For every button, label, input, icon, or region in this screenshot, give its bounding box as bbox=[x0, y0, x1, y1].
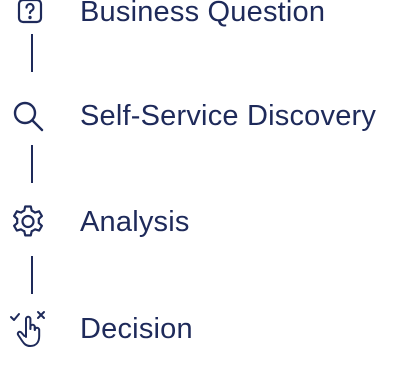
step-label: Decision bbox=[80, 313, 193, 345]
connector-line bbox=[31, 256, 33, 294]
gear-icon bbox=[8, 202, 48, 242]
process-flow: Business Question Self-Service Discovery… bbox=[0, 0, 413, 387]
step-label: Analysis bbox=[80, 206, 190, 238]
step-label: Self-Service Discovery bbox=[80, 100, 377, 132]
connector-line bbox=[31, 34, 33, 72]
step-label: Business Question bbox=[80, 0, 326, 28]
question-box-icon bbox=[8, 0, 48, 32]
search-icon bbox=[8, 96, 48, 136]
connector-line bbox=[31, 145, 33, 183]
hand-choice-icon bbox=[8, 309, 48, 349]
